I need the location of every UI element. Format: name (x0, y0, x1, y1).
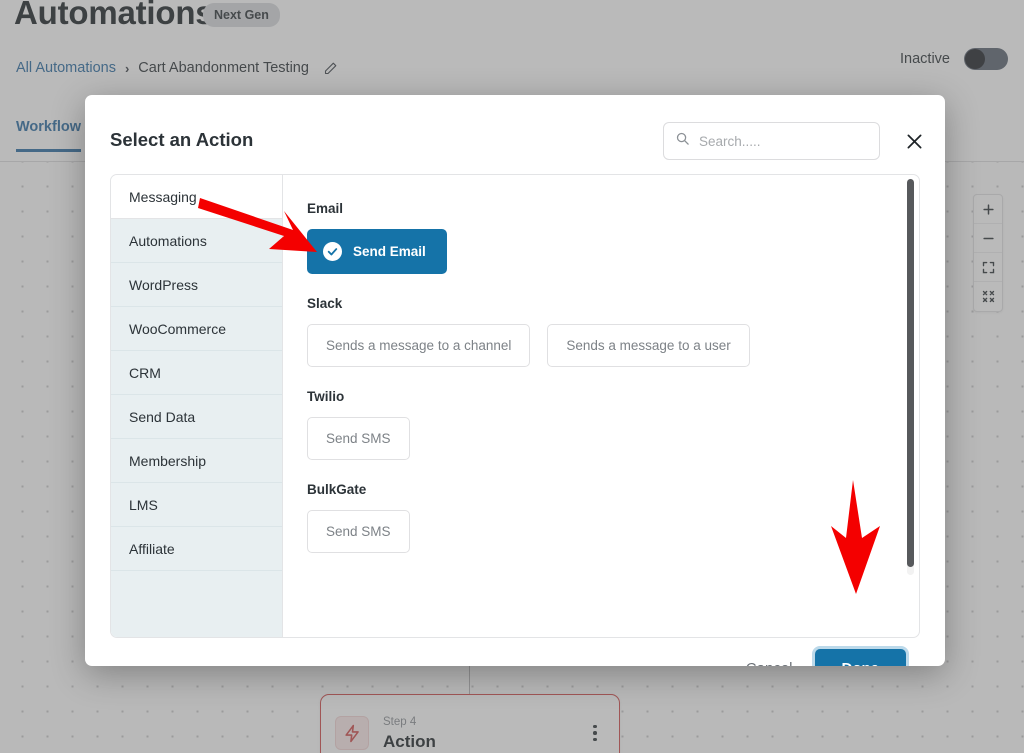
group-options-email: Send Email (307, 229, 919, 274)
search-input[interactable] (699, 134, 876, 149)
modal-title: Select an Action (110, 129, 253, 151)
action-twilio-send-sms-button[interactable]: Send SMS (307, 417, 410, 460)
select-action-modal: Select an Action Messaging Automations (85, 95, 945, 666)
sidebar-item-wordpress[interactable]: WordPress (111, 263, 282, 307)
action-group-twilio: Twilio Send SMS (307, 389, 919, 460)
close-x-icon[interactable] (898, 125, 930, 157)
action-picker-panel: Messaging Automations WordPress WooComme… (110, 174, 920, 638)
sidebar-item-woocommerce[interactable]: WooCommerce (111, 307, 282, 351)
sidebar-item-messaging[interactable]: Messaging (111, 175, 282, 219)
action-group-slack: Slack Sends a message to a channel Sends… (307, 296, 919, 367)
action-list: Email Send Email Slack (283, 175, 919, 637)
search-box[interactable] (663, 122, 880, 160)
action-group-email: Email Send Email (307, 201, 919, 274)
group-label-twilio: Twilio (307, 389, 919, 404)
sidebar-item-membership[interactable]: Membership (111, 439, 282, 483)
sidebar-item-automations[interactable]: Automations (111, 219, 282, 263)
done-button[interactable]: Done (815, 649, 907, 667)
action-group-bulkgate: BulkGate Send SMS (307, 482, 919, 553)
category-sidebar: Messaging Automations WordPress WooComme… (111, 175, 283, 637)
check-circle-icon (323, 242, 342, 261)
group-label-email: Email (307, 201, 919, 216)
action-slack-channel-button[interactable]: Sends a message to a channel (307, 324, 530, 367)
cancel-button[interactable]: Cancel (746, 660, 793, 667)
content-scrollbar-thumb[interactable] (907, 179, 914, 567)
sidebar-item-crm[interactable]: CRM (111, 351, 282, 395)
group-options-bulkgate: Send SMS (307, 510, 919, 553)
group-options-slack: Sends a message to a channel Sends a mes… (307, 324, 919, 367)
search-icon (675, 131, 690, 151)
action-send-email-button[interactable]: Send Email (307, 229, 447, 274)
group-label-bulkgate: BulkGate (307, 482, 919, 497)
modal-footer: Cancel Done (110, 638, 920, 666)
sidebar-item-send-data[interactable]: Send Data (111, 395, 282, 439)
app-root: Automations Next Gen All Automations › C… (0, 0, 1024, 753)
action-slack-user-button[interactable]: Sends a message to a user (547, 324, 749, 367)
group-label-slack: Slack (307, 296, 919, 311)
group-options-twilio: Send SMS (307, 417, 919, 460)
action-bulkgate-send-sms-button[interactable]: Send SMS (307, 510, 410, 553)
action-send-email-label: Send Email (353, 244, 426, 259)
modal-header: Select an Action (85, 95, 945, 171)
sidebar-item-lms[interactable]: LMS (111, 483, 282, 527)
sidebar-item-affiliate[interactable]: Affiliate (111, 527, 282, 571)
